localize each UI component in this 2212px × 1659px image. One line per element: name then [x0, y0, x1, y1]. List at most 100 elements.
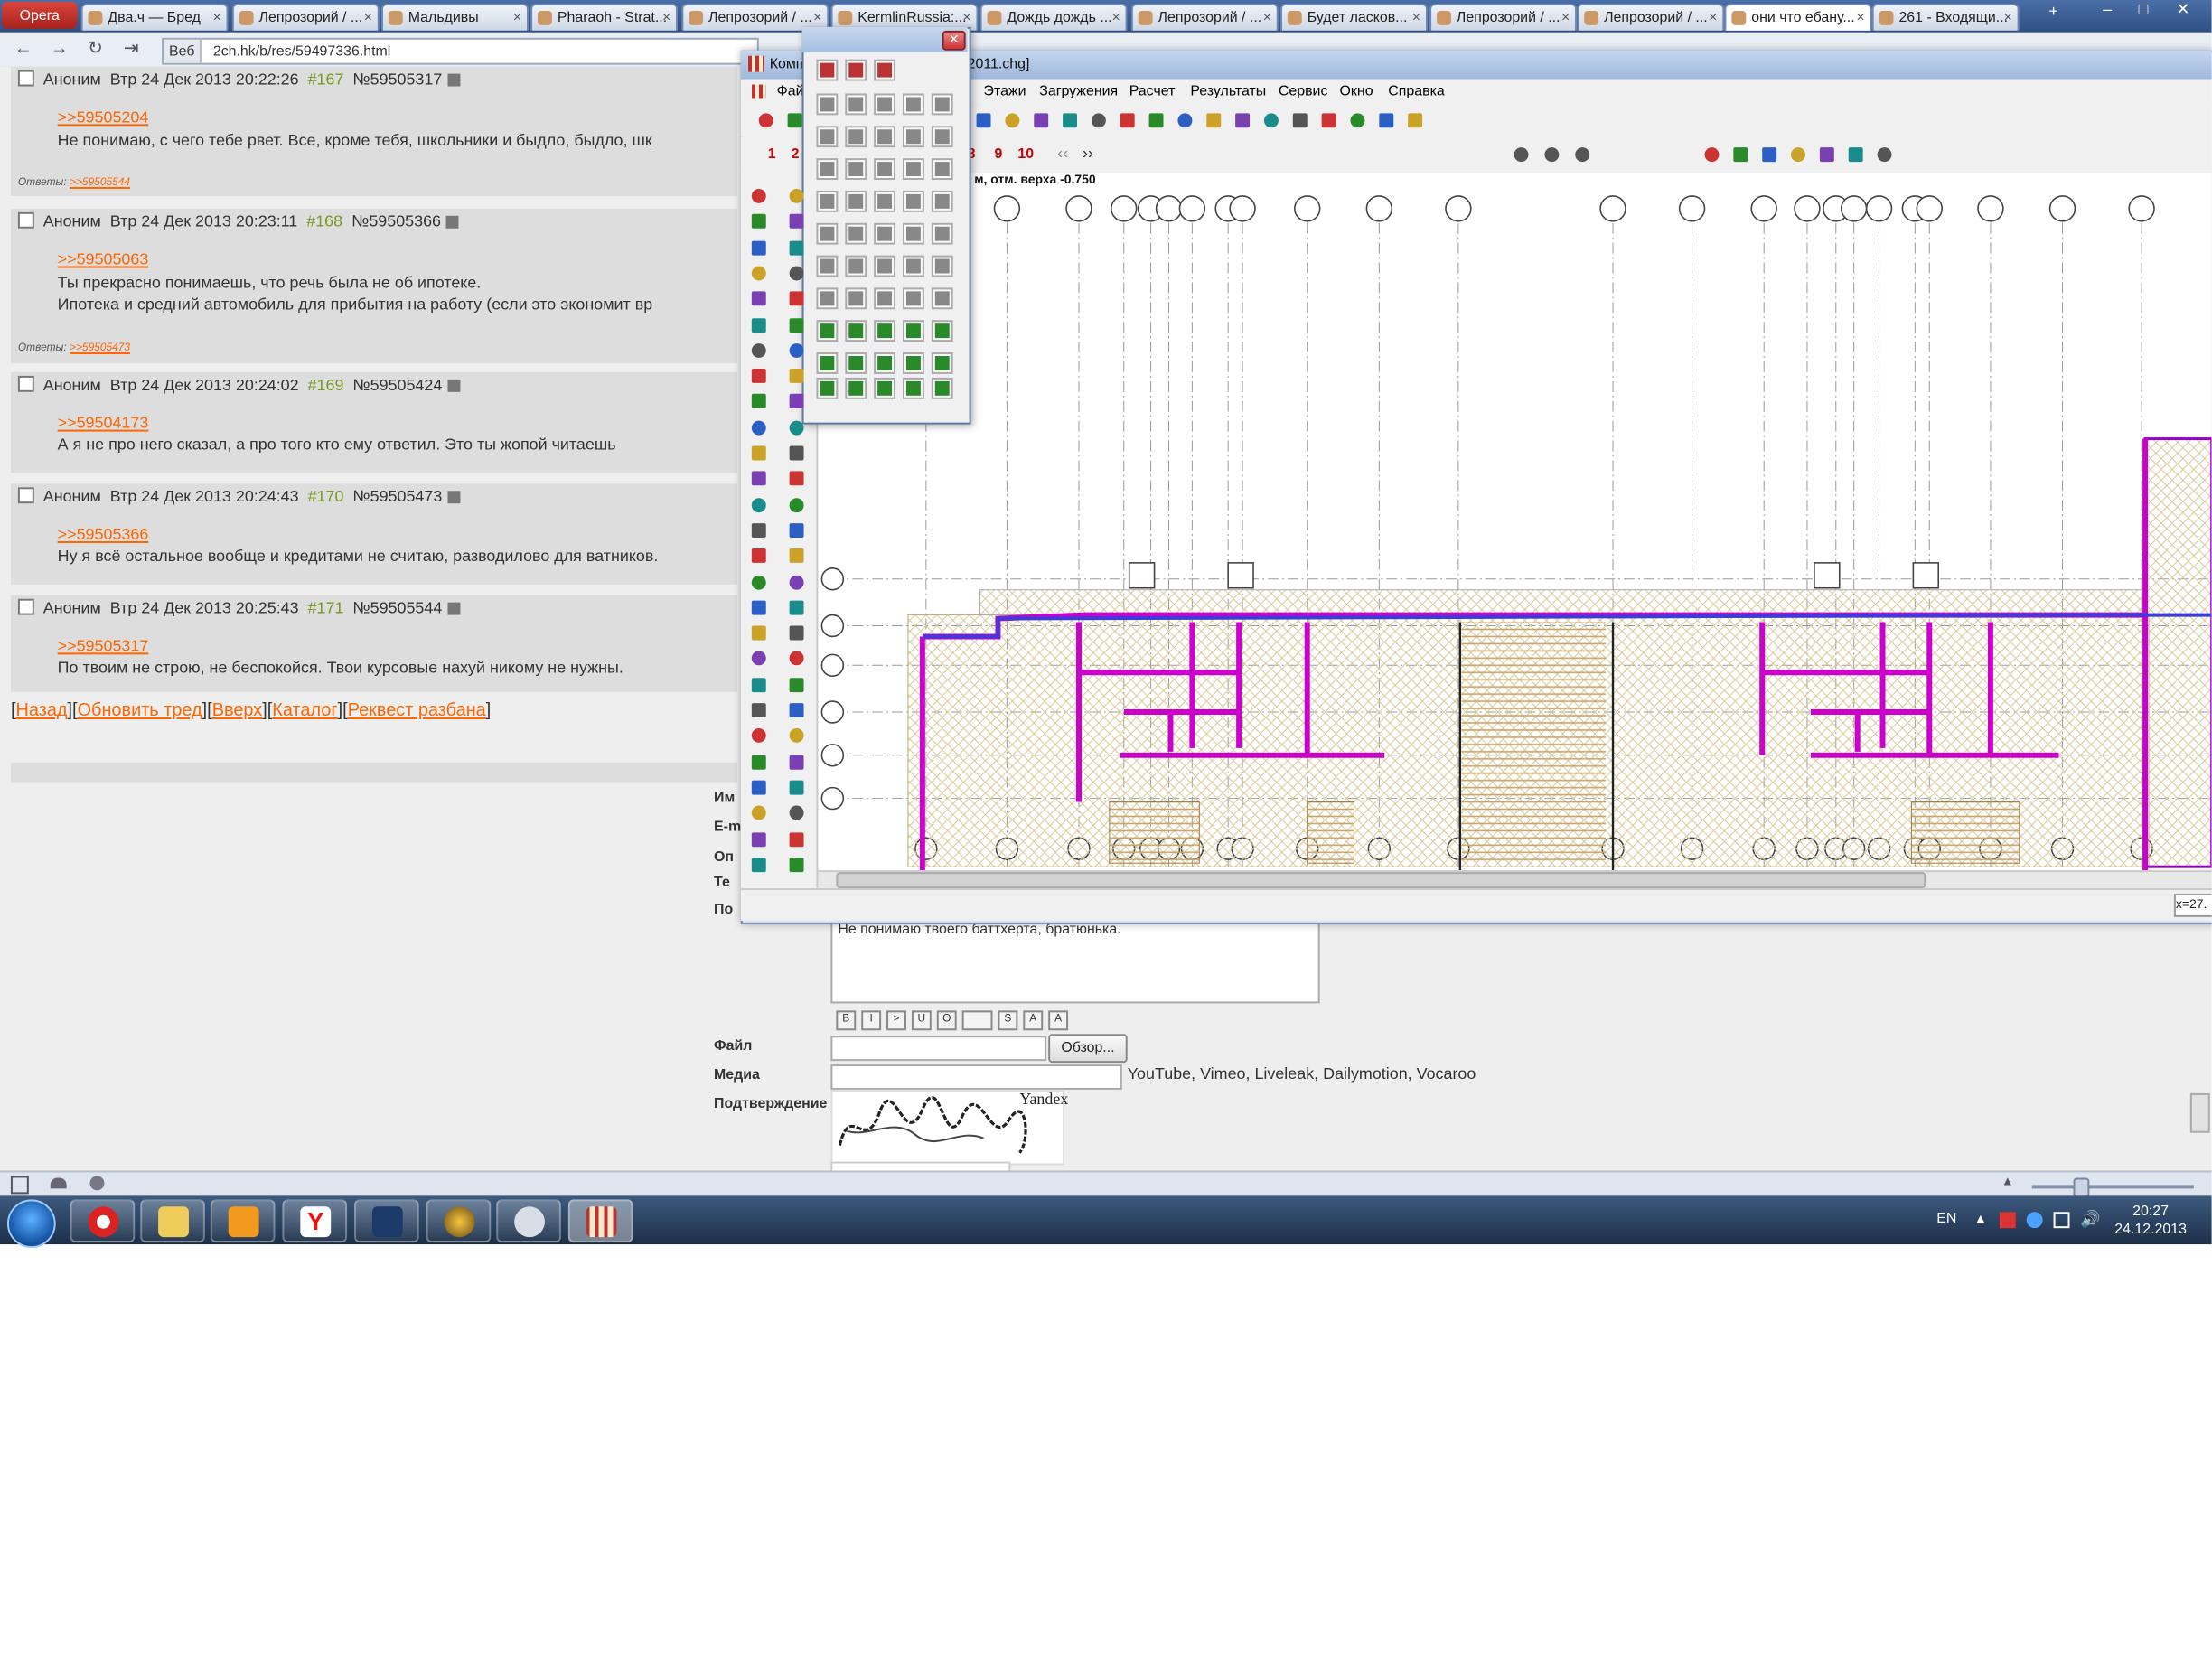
palette-tool-icon[interactable] [902, 255, 924, 277]
post-id[interactable]: №59505544 [352, 599, 442, 617]
menu-window[interactable]: Окно [1340, 83, 1373, 99]
palette-tool-icon[interactable] [816, 222, 839, 245]
browser-tab[interactable]: Лепрозорий / ... × [1429, 3, 1578, 31]
prev-floors-icon[interactable]: ‹‹ [1057, 144, 1068, 162]
post-id[interactable]: №59505366 [351, 212, 441, 230]
canvas-scroll-thumb[interactable] [836, 872, 1926, 889]
left-tool-icon[interactable] [786, 674, 808, 696]
reply-link[interactable]: >>59505204 [58, 108, 149, 126]
floor-10-button[interactable]: 10 [1017, 145, 1034, 162]
left-tool-icon[interactable] [748, 854, 770, 876]
left-tool-icon[interactable] [748, 751, 770, 773]
post-menu-icon[interactable] [445, 215, 459, 229]
model-tool-icon[interactable] [1787, 144, 1809, 165]
left-tool-icon[interactable] [786, 623, 808, 644]
palette-tool-icon[interactable] [902, 377, 924, 399]
palette-tool-icon[interactable] [816, 377, 839, 399]
palette-tool-icon[interactable] [874, 59, 896, 81]
left-tool-icon[interactable] [748, 340, 770, 361]
cloud-icon[interactable] [50, 1177, 67, 1189]
palette-tool-icon[interactable] [845, 352, 867, 374]
superscript-format-button[interactable]: A [1023, 1010, 1044, 1031]
tray-alert-icon[interactable] [1999, 1212, 2016, 1229]
nav-back-link[interactable]: Назад [15, 701, 67, 721]
browser-tab[interactable]: Pharaoh - Strat... × [530, 3, 679, 31]
back-arrow-icon[interactable]: ← [11, 38, 36, 61]
replies-link[interactable]: >>59505473 [70, 343, 130, 354]
palette-tool-icon[interactable] [902, 222, 924, 245]
menu-calculation[interactable]: Расчет [1129, 83, 1176, 99]
tab-close-icon[interactable]: × [1412, 5, 1420, 31]
comment-textarea[interactable]: Не понимаю твоего баттхерта, братюнька. [830, 916, 1320, 1004]
palette-tool-icon[interactable] [874, 190, 896, 212]
left-tool-icon[interactable] [748, 699, 770, 721]
left-tool-icon[interactable] [748, 314, 770, 335]
palette-tool-icon[interactable] [931, 126, 953, 148]
left-tool-icon[interactable] [786, 443, 808, 464]
post-menu-icon[interactable] [447, 73, 461, 87]
taskbar-warcraft[interactable] [426, 1199, 492, 1243]
palette-tool-icon[interactable] [816, 255, 839, 277]
left-tool-icon[interactable] [748, 237, 770, 258]
floor-2-button[interactable]: 2 [792, 145, 800, 162]
taskbar-cad-app[interactable] [567, 1199, 633, 1243]
quote-format-button[interactable]: > [886, 1010, 906, 1031]
palette-tool-icon[interactable] [931, 190, 953, 212]
palette-tool-icon[interactable] [931, 352, 953, 374]
post-number[interactable]: #171 [308, 599, 344, 617]
browser-tab[interactable]: они что ебану... × [1724, 3, 1872, 31]
minimize-button[interactable]: – [2089, 0, 2125, 22]
palette-close-button[interactable]: ✕ [942, 30, 966, 51]
left-tool-icon[interactable] [786, 545, 808, 567]
palette-tool-icon[interactable] [845, 255, 867, 277]
palette-tool-icon[interactable] [931, 222, 953, 245]
browser-tab[interactable]: Мальдивы × [380, 3, 530, 31]
menu-help[interactable]: Справка [1388, 83, 1444, 99]
tray-network-icon[interactable] [2026, 1212, 2043, 1229]
palette-tool-icon[interactable] [931, 255, 953, 277]
left-tool-icon[interactable] [786, 237, 808, 258]
left-tool-icon[interactable] [786, 468, 808, 490]
post-checkbox[interactable] [17, 598, 34, 615]
view-tool-icon[interactable] [1289, 109, 1311, 131]
view-tool-icon[interactable] [1001, 109, 1023, 131]
palette-tool-icon[interactable] [816, 352, 839, 374]
drawing-canvas[interactable] [818, 173, 2212, 871]
view-tool-icon[interactable] [1174, 109, 1195, 131]
left-tool-icon[interactable] [786, 211, 808, 232]
reply-link[interactable]: >>59504173 [58, 414, 149, 432]
view-tool-icon[interactable] [1117, 109, 1139, 131]
left-tool-icon[interactable] [786, 648, 808, 670]
palette-tool-icon[interactable] [845, 222, 867, 245]
left-tool-icon[interactable] [786, 262, 808, 284]
palette-tool-icon[interactable] [902, 190, 924, 212]
fast-forward-icon[interactable]: ⇥ [118, 38, 144, 61]
left-tool-icon[interactable] [748, 391, 770, 413]
palette-tool-icon[interactable] [874, 352, 896, 374]
view-tool-icon[interactable] [1030, 109, 1052, 131]
page-scrollbar-thumb[interactable] [2189, 1092, 2210, 1133]
palette-tool-icon[interactable] [874, 287, 896, 310]
floor-1-button[interactable]: 1 [768, 145, 776, 162]
file-input[interactable] [830, 1036, 1047, 1062]
panel-toggle-icon[interactable] [10, 1176, 29, 1195]
left-tool-icon[interactable] [748, 468, 770, 490]
palette-tool-icon[interactable] [874, 255, 896, 277]
model-tool-icon[interactable] [1701, 144, 1723, 165]
view-tool-icon[interactable] [1261, 109, 1282, 131]
left-tool-icon[interactable] [748, 443, 770, 464]
tab-close-icon[interactable]: × [662, 5, 670, 31]
palette-tool-icon[interactable] [874, 158, 896, 180]
palette-tool-icon[interactable] [816, 126, 839, 148]
palette-tool-icon[interactable] [816, 93, 839, 116]
view-tool-icon[interactable] [973, 109, 995, 131]
browser-tab[interactable]: Дождь дождь ... × [979, 3, 1128, 31]
post-checkbox[interactable] [17, 70, 34, 87]
left-tool-icon[interactable] [748, 493, 770, 515]
model-tool-icon[interactable] [1874, 144, 1896, 165]
left-tool-icon[interactable] [786, 854, 808, 876]
left-tool-icon[interactable] [748, 365, 770, 387]
palette-tool-icon[interactable] [845, 126, 867, 148]
browser-tab[interactable]: Два.ч — Бред × [80, 3, 229, 31]
file-tool-icon[interactable] [784, 109, 806, 131]
